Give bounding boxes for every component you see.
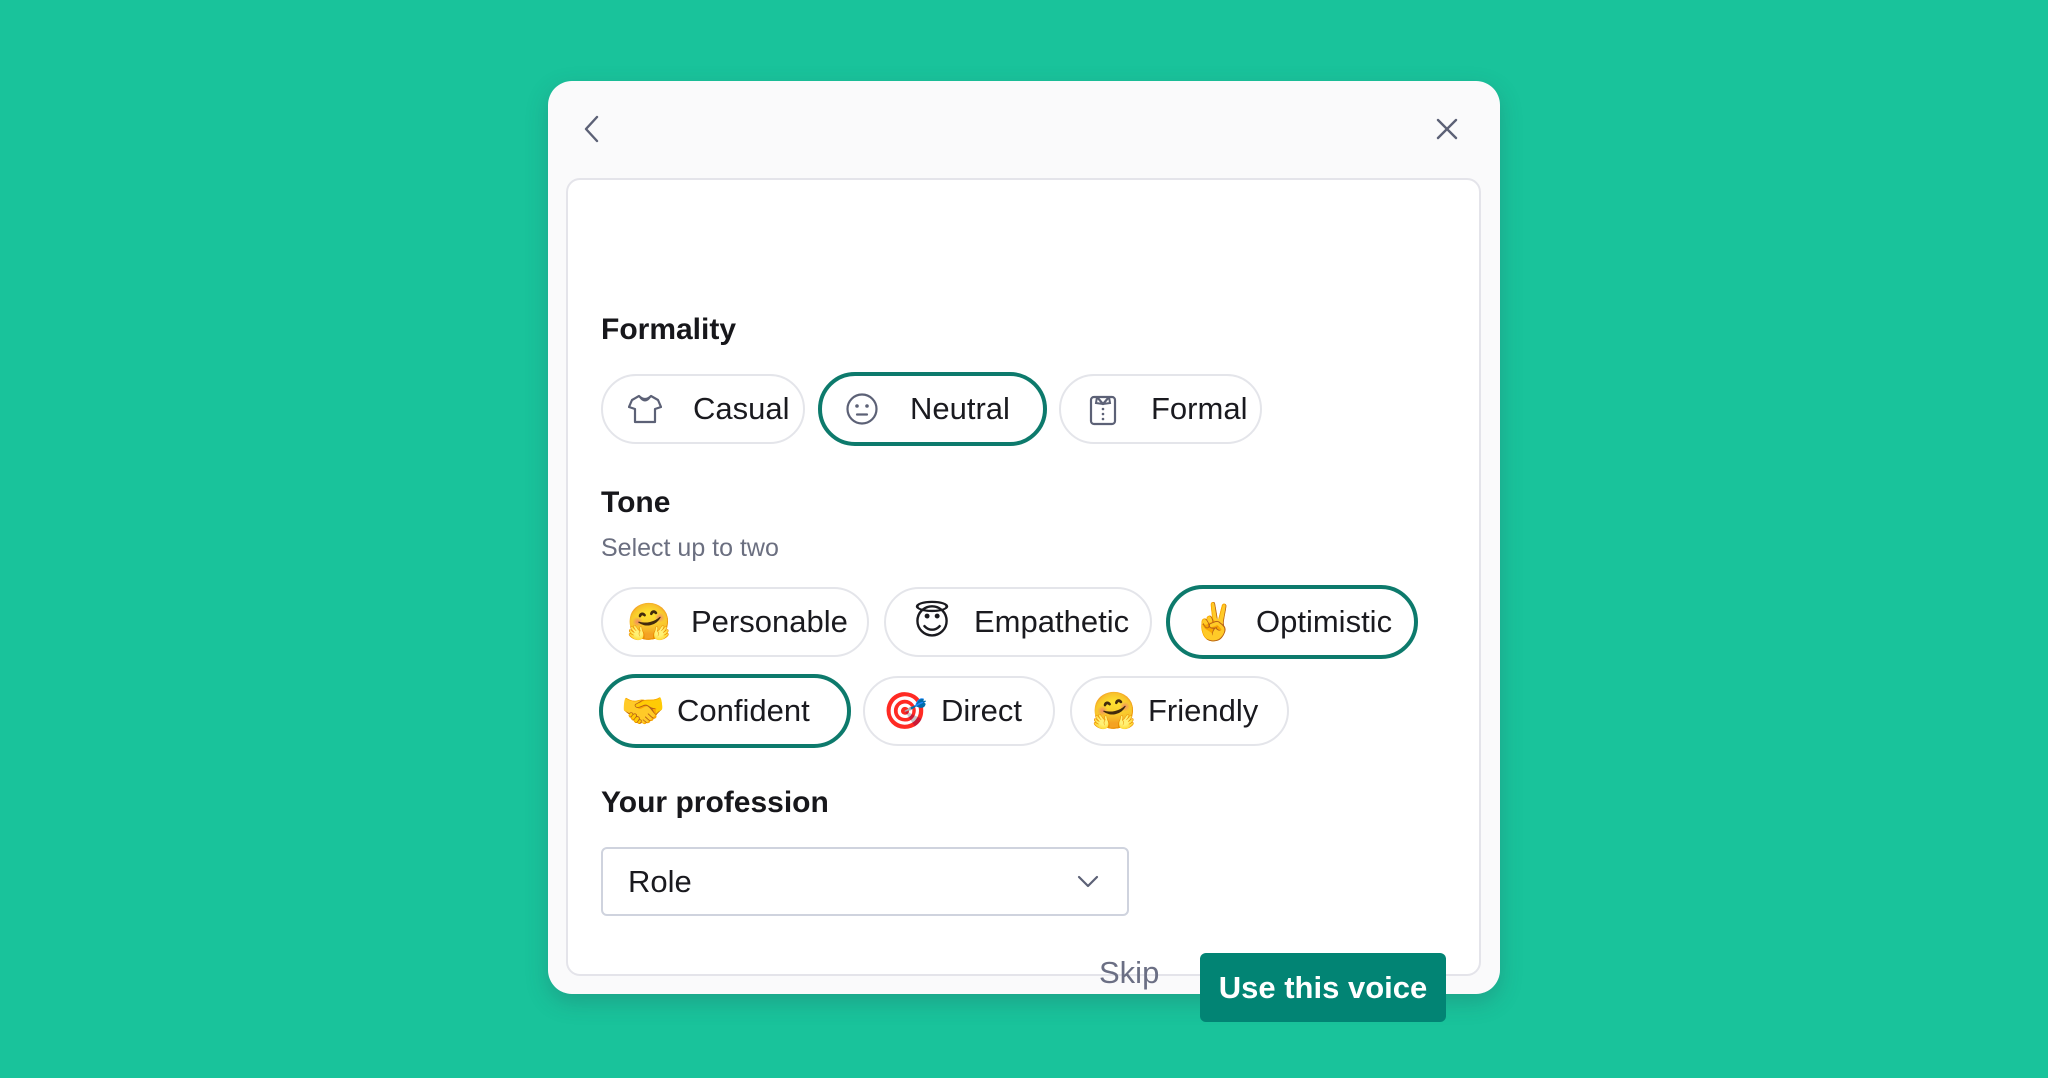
formality-option-formal[interactable]: Formal bbox=[1059, 374, 1262, 444]
formality-title: Formality bbox=[601, 313, 737, 346]
use-this-voice-button[interactable]: Use this voice bbox=[1200, 953, 1446, 1022]
hugging-face-icon: 🤗 bbox=[626, 601, 672, 642]
pill-label: Optimistic bbox=[1256, 604, 1393, 639]
pill-label: Empathetic bbox=[974, 604, 1130, 639]
tone-title: Tone bbox=[601, 486, 671, 519]
back-button[interactable] bbox=[572, 109, 612, 149]
bullseye-icon: 🎯 bbox=[882, 690, 928, 731]
pill-label: Friendly bbox=[1148, 693, 1259, 728]
tshirt-icon bbox=[627, 391, 663, 427]
close-button[interactable] bbox=[1427, 109, 1467, 149]
profession-select-value: Role bbox=[628, 863, 692, 899]
close-icon bbox=[1436, 118, 1458, 140]
tone-option-confident[interactable]: 🤝 Confident bbox=[599, 674, 851, 748]
profession-select[interactable]: Role bbox=[601, 847, 1129, 916]
handshake-icon: 🤝 bbox=[620, 690, 666, 731]
tone-option-optimistic[interactable]: ✌️ Optimistic bbox=[1166, 585, 1418, 659]
pill-label: Casual bbox=[693, 391, 790, 426]
neutral-face-icon bbox=[844, 391, 880, 427]
pill-label: Neutral bbox=[910, 391, 1010, 426]
pill-label: Confident bbox=[677, 693, 810, 728]
tone-option-friendly[interactable]: 🤗 Friendly bbox=[1070, 676, 1289, 746]
pill-label: Personable bbox=[691, 604, 848, 639]
chevron-left-icon bbox=[584, 115, 599, 143]
dress-shirt-icon bbox=[1085, 391, 1121, 427]
pill-label: Formal bbox=[1151, 391, 1248, 426]
profession-title: Your profession bbox=[601, 786, 829, 819]
formality-option-casual[interactable]: Casual bbox=[601, 374, 805, 444]
settings-card: Formality Casual Neutral Formal Tone Sel… bbox=[566, 178, 1481, 1022]
tone-option-personable[interactable]: 🤗 Personable bbox=[601, 587, 869, 657]
tone-subtitle: Select up to two bbox=[601, 534, 779, 562]
chevron-down-icon bbox=[1077, 875, 1099, 887]
pill-label: Direct bbox=[941, 693, 1022, 728]
tone-option-empathetic[interactable]: 😇 Empathetic bbox=[884, 587, 1152, 657]
formality-option-neutral[interactable]: Neutral bbox=[818, 372, 1047, 446]
halo-face-icon: 😇 bbox=[913, 601, 951, 642]
tone-option-direct[interactable]: 🎯 Direct bbox=[863, 676, 1055, 746]
victory-hand-icon: ✌️ bbox=[1191, 601, 1237, 642]
hugging-face-icon: 🤗 bbox=[1091, 690, 1137, 731]
voice-settings-dialog: Formality Casual Neutral Formal Tone Sel… bbox=[548, 81, 1500, 1022]
skip-button[interactable]: Skip bbox=[1099, 955, 1159, 991]
